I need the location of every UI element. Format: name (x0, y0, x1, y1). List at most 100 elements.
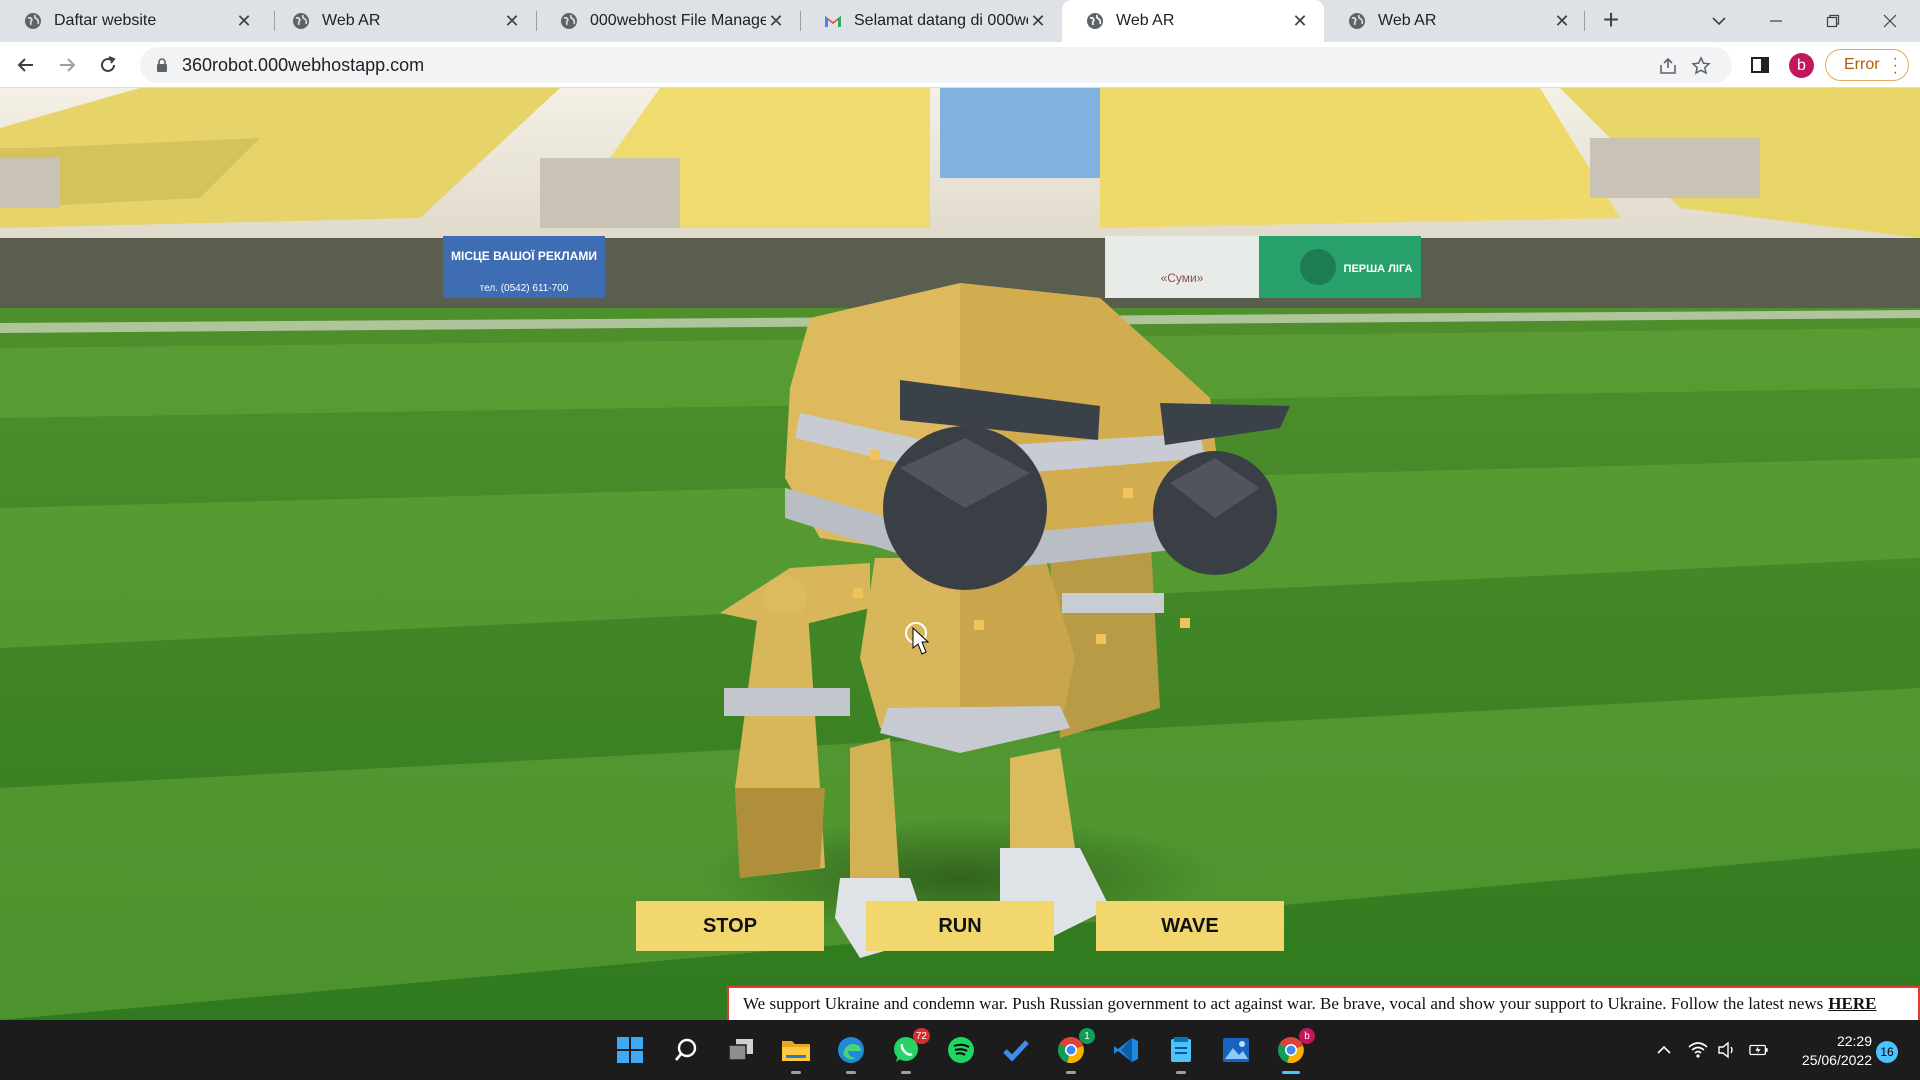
ad-board-green: ПЕРША ЛІГА (1259, 236, 1421, 298)
tab-title: Selamat datang di 000webhost (854, 12, 1028, 29)
close-icon[interactable]: ✕ (1028, 11, 1048, 31)
file-explorer-button[interactable] (776, 1030, 816, 1074)
running-indicator (901, 1071, 911, 1074)
wave-button[interactable]: WAVE (1096, 901, 1284, 951)
gmail-icon (825, 16, 841, 27)
notification-count-badge[interactable]: 16 (1876, 1041, 1898, 1063)
tab-file-manager[interactable]: 000webhost File Manager ✕ (536, 0, 800, 42)
address-bar[interactable]: 360robot.000webhostapp.com (140, 47, 1732, 83)
close-window-button[interactable] (1862, 0, 1918, 42)
ad-board-blue: МІСЦЕ ВАШОЇ РЕКЛАМИ тел. (0542) 611-700 (443, 236, 605, 298)
restore-button[interactable] (1805, 0, 1861, 42)
whatsapp-button[interactable]: 72 (886, 1028, 930, 1074)
bookmark-star-icon[interactable] (1691, 56, 1711, 76)
todo-button[interactable] (996, 1030, 1036, 1070)
taskbar-search-button[interactable] (666, 1030, 706, 1070)
tab-title: Web AR (1378, 12, 1437, 29)
arrow-left-icon (17, 58, 33, 72)
globe-icon (561, 13, 577, 29)
restore-icon (1826, 14, 1840, 28)
vscode-button[interactable] (1106, 1030, 1146, 1070)
chrome-button[interactable]: 1 (1051, 1028, 1095, 1074)
close-icon[interactable]: ✕ (1290, 11, 1310, 31)
banner-link[interactable]: HERE (1828, 994, 1876, 1014)
active-indicator (1282, 1071, 1300, 1074)
tray-overflow-button[interactable] (1654, 1040, 1674, 1060)
clock-date: 25/06/2022 (1801, 1052, 1872, 1068)
url-text[interactable]: 360robot.000webhostapp.com (182, 55, 424, 76)
close-icon[interactable]: ✕ (766, 11, 786, 31)
task-view-icon (728, 1039, 753, 1061)
run-button[interactable]: RUN (866, 901, 1054, 951)
reload-icon (101, 56, 116, 72)
start-button[interactable] (610, 1030, 650, 1070)
tab-title: Web AR (1116, 12, 1175, 29)
tab-search-button[interactable] (1691, 0, 1747, 42)
reload-button[interactable] (94, 51, 122, 79)
windows-taskbar: 72 1 b 22:29 25/06/2022 16 (0, 1020, 1920, 1080)
tab-web-ar-1[interactable]: Web AR ✕ (268, 0, 536, 42)
running-indicator (1066, 1071, 1076, 1074)
whatsapp-badge: 72 (912, 1028, 930, 1044)
photos-button[interactable] (1216, 1030, 1256, 1070)
wifi-icon (1688, 1042, 1708, 1058)
tab-gmail[interactable]: Selamat datang di 000webhost ✕ (800, 0, 1062, 42)
stop-button[interactable]: STOP (636, 901, 824, 951)
side-panel-button[interactable] (1748, 53, 1772, 77)
tab-daftar-website[interactable]: Daftar website ✕ (0, 0, 268, 42)
chrome-profile-button[interactable]: b (1271, 1028, 1315, 1074)
tab-web-ar-active[interactable]: Web AR ✕ (1062, 0, 1324, 42)
back-button[interactable] (12, 51, 40, 79)
notepad-button[interactable] (1161, 1030, 1201, 1074)
close-icon (1883, 14, 1897, 28)
globe-icon (1087, 13, 1103, 29)
ad-text: тел. (0542) 611-700 (480, 283, 569, 294)
arrow-right-icon (60, 58, 76, 72)
minimize-button[interactable] (1748, 0, 1804, 42)
close-icon[interactable]: ✕ (502, 11, 522, 31)
globe-icon (293, 13, 309, 29)
globe-icon (1349, 13, 1365, 29)
tab-title: 000webhost File Manager (590, 12, 766, 29)
edge-icon (838, 1037, 864, 1063)
web-ar-page: МІСЦЕ ВАШОЇ РЕКЛАМИ тел. (0542) 611-700 … (0, 88, 1920, 1020)
task-view-button[interactable] (721, 1030, 761, 1070)
lock-icon[interactable] (154, 57, 170, 73)
close-icon[interactable]: ✕ (234, 11, 254, 31)
more-vert-icon: · · · (1892, 50, 1898, 81)
tab-title: Daftar website (54, 12, 157, 29)
folder-icon (782, 1041, 810, 1061)
error-button[interactable]: Error · · · (1825, 49, 1909, 81)
battery-button[interactable] (1749, 1040, 1769, 1060)
side-panel-icon (1751, 57, 1769, 73)
chrome-badge: 1 (1079, 1028, 1095, 1044)
minimize-icon (1770, 20, 1782, 22)
share-icon[interactable] (1658, 56, 1678, 76)
forward-button[interactable] (53, 51, 81, 79)
network-button[interactable] (1688, 1040, 1708, 1060)
vscode-icon (1114, 1038, 1138, 1062)
running-indicator (791, 1071, 801, 1074)
new-tab-button[interactable]: + (1598, 6, 1624, 34)
close-icon[interactable]: ✕ (1552, 11, 1572, 31)
edge-button[interactable] (831, 1030, 871, 1074)
battery-charging-icon (1749, 1044, 1768, 1056)
profile-avatar[interactable]: b (1789, 53, 1814, 78)
ukraine-support-banner: We support Ukraine and condemn war. Push… (727, 986, 1920, 1020)
chevron-down-icon (1712, 17, 1726, 26)
chevron-up-icon (1657, 1045, 1671, 1054)
error-label: Error (1844, 56, 1880, 73)
volume-button[interactable] (1717, 1040, 1737, 1060)
ad-text: МІСЦЕ ВАШОЇ РЕКЛАМИ (451, 248, 597, 263)
ar-scene-canvas[interactable]: МІСЦЕ ВАШОЇ РЕКЛАМИ тел. (0542) 611-700 … (0, 88, 1920, 1020)
browser-toolbar: 360robot.000webhostapp.com b Error · · · (0, 42, 1920, 88)
ad-board-white: «Суми» (1105, 236, 1259, 298)
system-clock[interactable]: 22:29 25/06/2022 (1780, 1032, 1872, 1070)
spotify-button[interactable] (941, 1030, 981, 1070)
ad-text: ПЕРША ЛІГА (1344, 263, 1413, 275)
tab-web-ar-3[interactable]: Web AR ✕ (1324, 0, 1586, 42)
ad-text: «Суми» (1161, 271, 1204, 285)
photos-icon (1223, 1038, 1249, 1062)
spotify-icon (948, 1037, 974, 1063)
search-icon (675, 1038, 697, 1061)
